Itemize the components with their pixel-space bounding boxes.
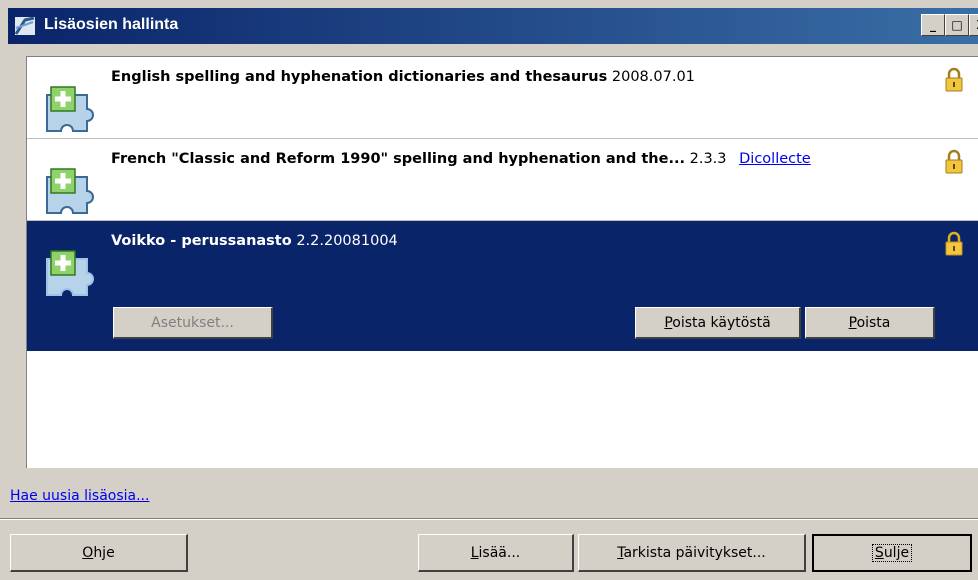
extension-title: Voikko - perussanasto 2.2.20081004	[111, 233, 398, 249]
extensions-list[interactable]: English spelling and hyphenation diction…	[26, 56, 978, 468]
extension-name: Voikko - perussanasto	[111, 233, 292, 249]
minimize-icon: _	[930, 18, 936, 32]
extension-version: 2.3.3	[689, 151, 727, 167]
minimize-button[interactable]: _	[921, 14, 945, 36]
add-button-label: Lisää...	[470, 544, 521, 561]
help-button-label: Ohje	[82, 544, 115, 561]
extension-name: English spelling and hyphenation diction…	[111, 69, 608, 85]
maximize-icon: □	[951, 18, 963, 32]
extension-name: French "Classic and Reform 1990" spellin…	[111, 151, 685, 167]
extension-manager-window: Lisäosien hallinta _ □ X English spellin…	[0, 0, 978, 580]
get-more-extensions-link[interactable]: Hae uusia lisäosia...	[10, 488, 149, 504]
close-button-label: Sulje	[871, 544, 913, 562]
extension-title: French "Classic and Reform 1990" spellin…	[111, 151, 811, 167]
help-button[interactable]: Ohje	[10, 534, 188, 572]
extension-item-voikko[interactable]: Voikko - perussanasto 2.2.20081004 Asetu…	[27, 221, 978, 351]
app-icon	[14, 16, 35, 35]
puzzle-icon	[46, 168, 94, 214]
options-button[interactable]: Asetukset...	[113, 307, 273, 339]
disable-button[interactable]: Poista käytöstä	[635, 307, 801, 339]
puzzle-icon	[46, 250, 94, 296]
maximize-button[interactable]: □	[945, 14, 969, 36]
check-updates-button-label: Tarkista päivitykset...	[617, 544, 766, 561]
lock-icon	[945, 149, 963, 174]
disable-button-label: Poista käytöstä	[664, 314, 771, 331]
remove-button[interactable]: Poista	[805, 307, 935, 339]
title-bar[interactable]: Lisäosien hallinta _ □ X	[8, 8, 978, 44]
close-window-button[interactable]: X	[969, 14, 978, 36]
extension-version: 2.2.20081004	[296, 233, 398, 249]
lock-icon	[945, 231, 963, 256]
extension-item-french[interactable]: French "Classic and Reform 1990" spellin…	[27, 139, 978, 221]
add-button[interactable]: Lisää...	[418, 534, 574, 572]
extension-version: 2008.07.01	[611, 69, 695, 85]
close-button[interactable]: Sulje	[812, 534, 972, 572]
check-updates-button[interactable]: Tarkista päivitykset...	[578, 534, 806, 572]
extension-homepage-link[interactable]: Dicollecte	[739, 151, 811, 167]
extension-title: English spelling and hyphenation diction…	[111, 69, 695, 85]
options-button-label: Asetukset...	[151, 314, 234, 331]
extension-item-english[interactable]: English spelling and hyphenation diction…	[27, 57, 978, 139]
puzzle-icon	[46, 86, 94, 132]
footer-separator	[0, 518, 978, 520]
remove-button-label: Poista	[848, 314, 891, 331]
window-title: Lisäosien hallinta	[44, 16, 179, 33]
lock-icon	[945, 67, 963, 92]
